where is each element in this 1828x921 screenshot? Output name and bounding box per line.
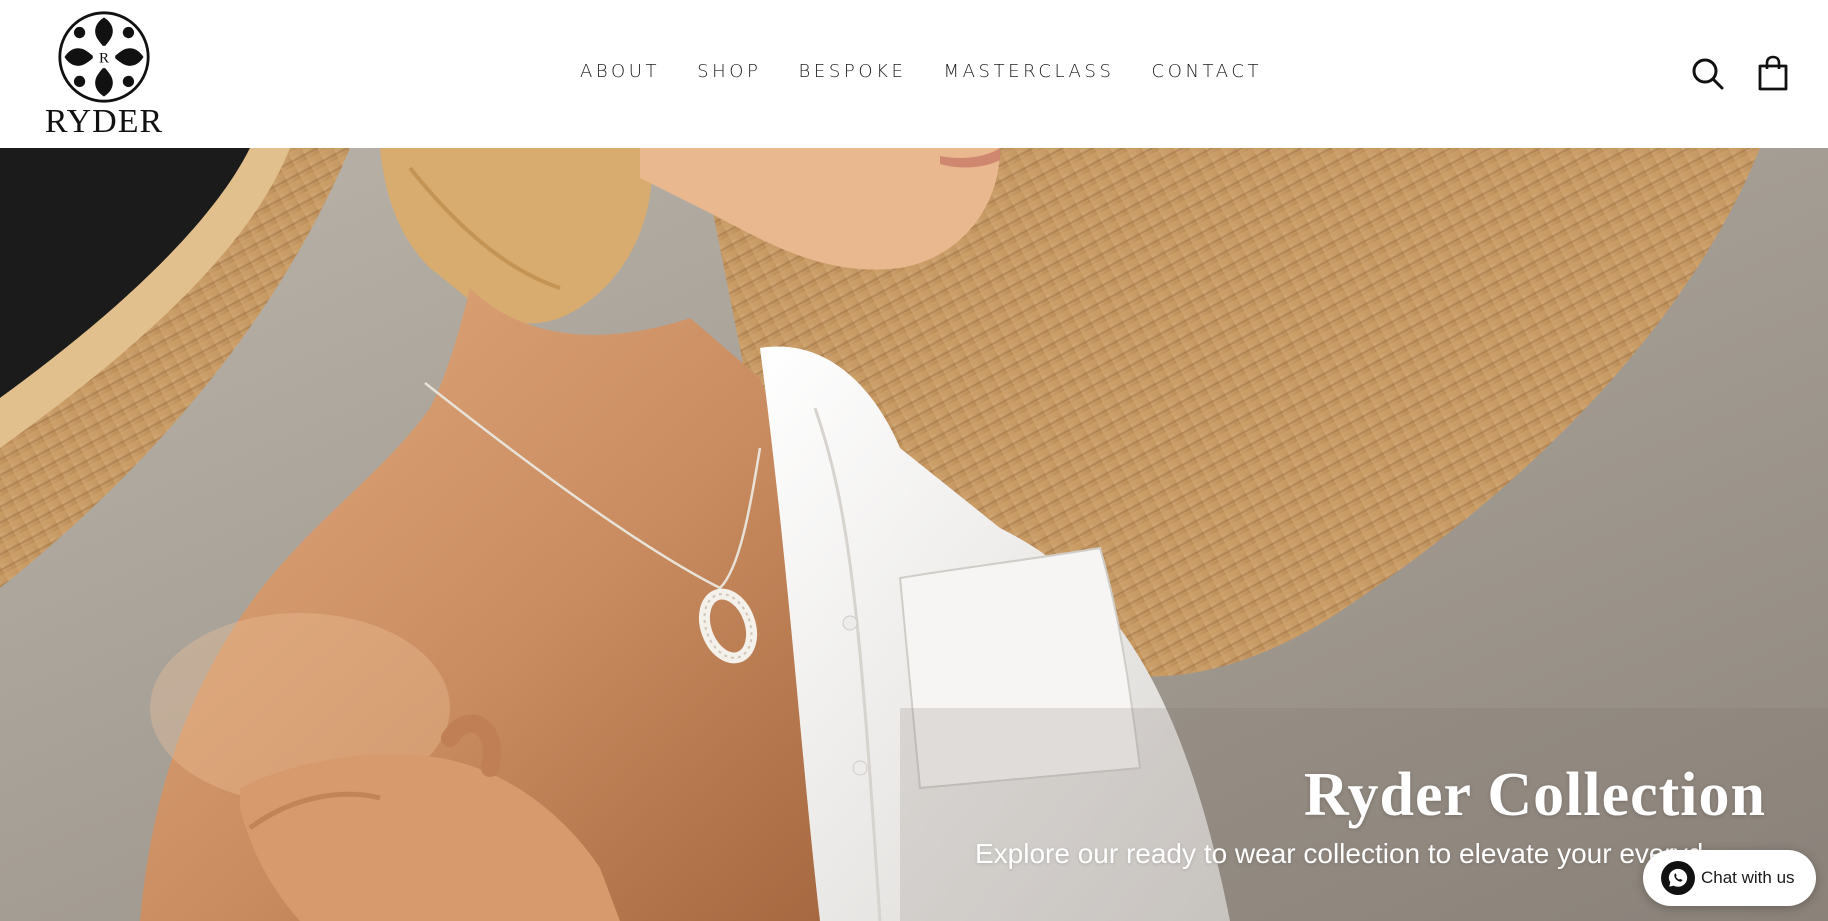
nav-masterclass[interactable]: MASTERCLASS <box>944 56 1115 88</box>
shopping-bag-icon <box>1758 55 1788 91</box>
logo-emblem-icon: R <box>58 11 150 103</box>
chat-with-us-button[interactable]: Chat with us <box>1643 850 1816 906</box>
hero-banner: Ryder Collection Explore our ready to we… <box>0 148 1828 921</box>
chat-label: Chat with us <box>1701 868 1795 887</box>
brand-wordmark: RYDER <box>44 103 164 140</box>
brand-logo[interactable]: R RYDER <box>38 10 170 140</box>
search-button[interactable] <box>1690 54 1726 92</box>
hero-title: Ryder Collection <box>1303 761 1766 829</box>
search-icon <box>1692 58 1724 90</box>
logo-monogram: R <box>99 51 109 67</box>
main-nav: ABOUT SHOP BESPOKE MASTERCLASS CONTACT <box>580 56 1262 88</box>
site-header: R RYDER ABOUT SHOP BESPOKE MASTERCLASS C… <box>0 0 1828 148</box>
nav-about[interactable]: ABOUT <box>580 56 660 88</box>
nav-contact[interactable]: CONTACT <box>1152 56 1263 88</box>
hero-subtitle: Explore our ready to wear collection to … <box>975 838 1704 869</box>
nav-shop[interactable]: SHOP <box>697 56 761 88</box>
cart-button[interactable] <box>1755 54 1791 92</box>
nav-bespoke[interactable]: BESPOKE <box>799 56 907 88</box>
whatsapp-icon <box>1661 861 1695 895</box>
